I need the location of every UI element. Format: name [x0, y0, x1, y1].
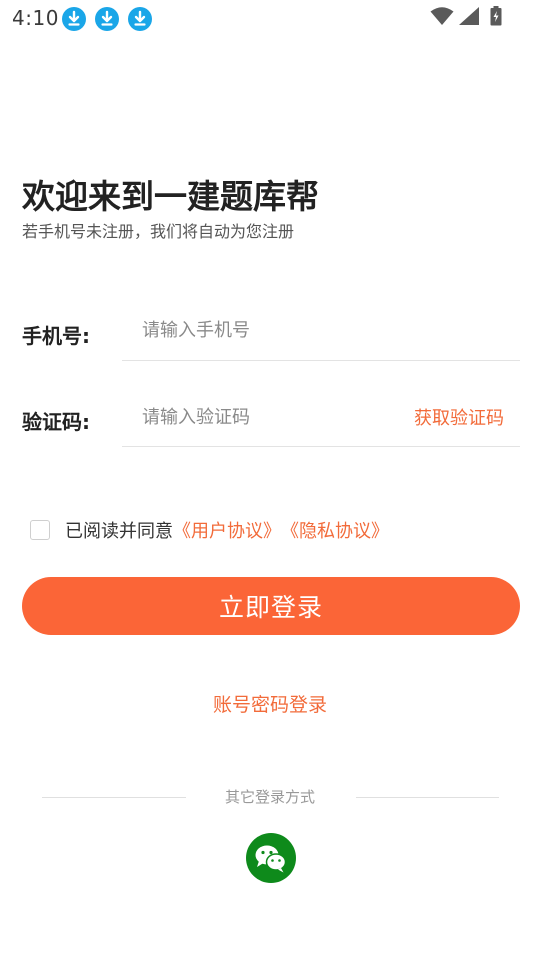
- battery-charging-icon: [490, 6, 502, 30]
- login-screen: 4:10 欢迎来到一建题库帮 若手机号未注册，我们将自动为您注册 手机号: 请输…: [0, 0, 540, 960]
- wechat-icon: [246, 833, 296, 883]
- download-icon: [62, 7, 86, 31]
- signal-icon: [458, 6, 480, 30]
- password-login-link[interactable]: 账号密码登录: [0, 690, 540, 717]
- wifi-icon: [430, 6, 454, 30]
- divider-right: [356, 797, 499, 798]
- download-icon: [128, 7, 152, 31]
- get-code-button[interactable]: 获取验证码: [414, 404, 504, 430]
- page-title: 欢迎来到一建题库帮: [22, 177, 319, 216]
- agreement-row: 已阅读并同意 《用户协议》 《隐私协议》: [30, 516, 389, 544]
- page-subtitle: 若手机号未注册，我们将自动为您注册: [22, 222, 295, 241]
- phone-underline: [122, 360, 520, 361]
- code-input[interactable]: [122, 397, 382, 437]
- code-label: 验证码:: [22, 410, 90, 434]
- user-agreement-link[interactable]: 《用户协议》: [173, 517, 281, 543]
- privacy-policy-link[interactable]: 《隐私协议》: [281, 517, 389, 543]
- agreement-prefix: 已阅读并同意: [65, 521, 173, 542]
- phone-input[interactable]: [122, 310, 382, 350]
- login-button[interactable]: 立即登录: [22, 577, 520, 635]
- phone-label: 手机号:: [22, 324, 90, 348]
- system-icons: [430, 6, 502, 30]
- agreement-checkbox[interactable]: [30, 520, 50, 540]
- status-time: 4:10: [12, 6, 59, 30]
- wechat-login-button[interactable]: [246, 833, 296, 883]
- download-icon: [95, 7, 119, 31]
- code-underline: [122, 446, 520, 447]
- status-bar: 4:10: [0, 0, 540, 36]
